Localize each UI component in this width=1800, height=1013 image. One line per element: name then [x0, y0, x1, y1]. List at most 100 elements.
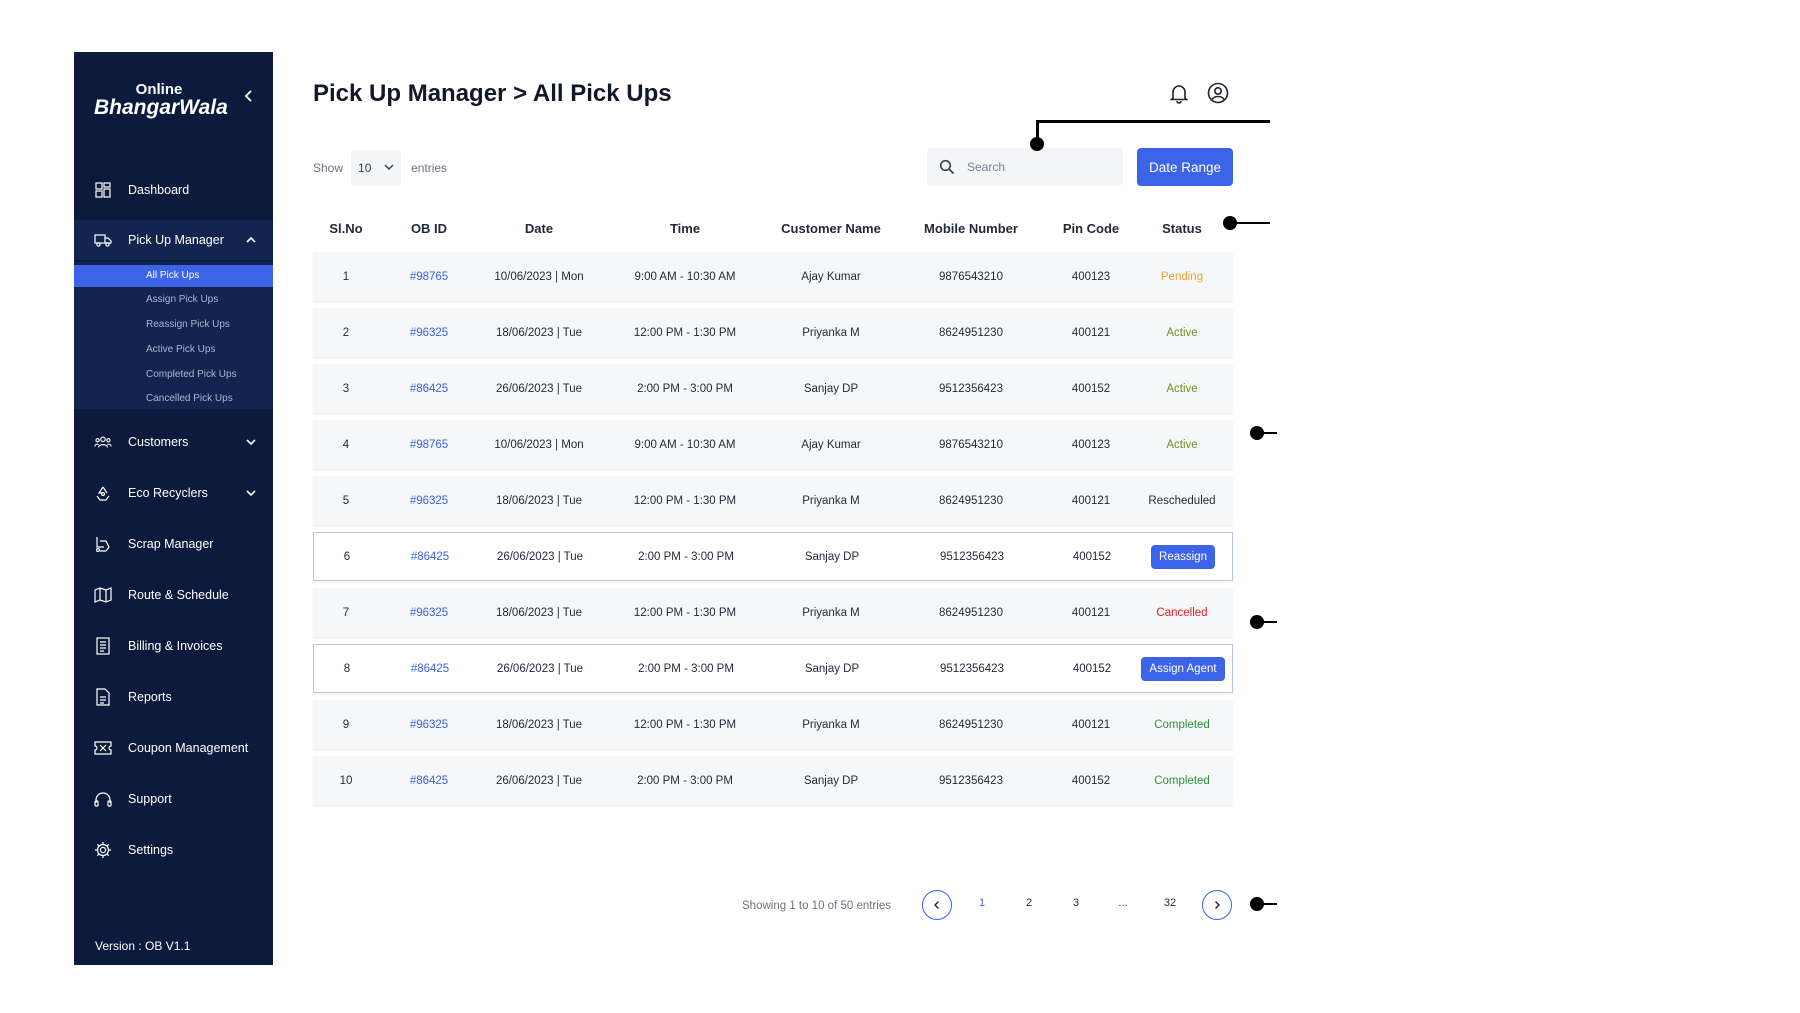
- cell-pin-code: 400152: [1071, 382, 1111, 395]
- table-row[interactable]: 7 #96325 18/06/2023 | Tue 12:00 PM - 1:3…: [313, 588, 1233, 637]
- sidebar-item-scrap-manager[interactable]: Scrap Manager: [74, 524, 273, 564]
- page-1-button[interactable]: 1: [970, 897, 994, 909]
- sidebar-item-dashboard[interactable]: Dashboard: [74, 170, 273, 210]
- chevron-down-icon: [384, 164, 394, 171]
- entries-per-page-select[interactable]: 10: [351, 150, 402, 186]
- column-header-sl-no: Sl.No: [329, 220, 363, 236]
- sidebar-item-support[interactable]: Support: [74, 779, 273, 819]
- headset-icon: [94, 790, 112, 808]
- previous-page-button[interactable]: [922, 890, 952, 920]
- cell-ob-id-link[interactable]: #98765: [379, 420, 479, 469]
- next-page-button[interactable]: [1202, 890, 1232, 920]
- table-row[interactable]: 9 #96325 18/06/2023 | Tue 12:00 PM - 1:3…: [313, 700, 1233, 749]
- cell-mobile-number: 9512356423: [940, 662, 1004, 675]
- sidebar-item-label: Settings: [128, 843, 174, 857]
- status-badge: Active: [1166, 382, 1198, 395]
- cell-ob-id-link[interactable]: #96325: [379, 700, 479, 749]
- sidebar-item-customers[interactable]: Customers: [74, 422, 273, 462]
- cell-ob-id-link[interactable]: #86425: [379, 364, 479, 413]
- app-logo[interactable]: Online BhangarWala: [94, 81, 228, 119]
- cell-date: 26/06/2023 | Tue: [495, 382, 583, 395]
- table-row[interactable]: 6 #86425 26/06/2023 | Tue 2:00 PM - 3:00…: [313, 532, 1233, 581]
- cell-customer-name: Sanjay DP: [804, 662, 860, 675]
- callout-line: [1036, 120, 1270, 123]
- table-row[interactable]: 1 #98765 10/06/2023 | Mon 9:00 AM - 10:3…: [313, 252, 1233, 301]
- cell-date: 10/06/2023 | Mon: [494, 270, 584, 283]
- scrap-icon: [94, 535, 112, 553]
- coupon-icon: [94, 739, 112, 757]
- status-badge: Rescheduled: [1148, 494, 1216, 507]
- sidebar-item-pick-up-manager[interactable]: Pick Up Manager: [74, 220, 273, 260]
- search-box: [927, 148, 1123, 186]
- sidebar-item-label: Dashboard: [128, 183, 190, 197]
- bell-icon[interactable]: [1168, 82, 1190, 104]
- subnav-cancelled-pick-ups[interactable]: Cancelled Pick Ups: [74, 388, 273, 410]
- cell-pin-code: 400121: [1071, 718, 1111, 731]
- cell-ob-id-link[interactable]: #96325: [379, 308, 479, 357]
- cell-pin-code: 400152: [1072, 662, 1112, 675]
- callout-line: [1230, 222, 1270, 224]
- logo-top-text: Online: [135, 81, 183, 98]
- logo-main-text: BhangarWala: [94, 96, 228, 119]
- column-header-pin-code: Pin Code: [1062, 220, 1120, 236]
- subnav-active-pick-ups[interactable]: Active Pick Ups: [74, 339, 273, 361]
- sidebar-item-label: Billing & Invoices: [128, 639, 223, 653]
- chevron-left-icon: [934, 901, 939, 909]
- cell-date: 18/06/2023 | Tue: [495, 718, 583, 731]
- sidebar-item-settings[interactable]: Settings: [74, 830, 273, 870]
- table-row[interactable]: 5 #96325 18/06/2023 | Tue 12:00 PM - 1:3…: [313, 476, 1233, 525]
- page-2-button[interactable]: 2: [1017, 897, 1041, 909]
- cell-time: 12:00 PM - 1:30 PM: [633, 718, 737, 731]
- subnav-completed-pick-ups[interactable]: Completed Pick Ups: [74, 364, 273, 386]
- column-header-status: Status: [1162, 220, 1202, 236]
- cell-ob-id-link[interactable]: #96325: [379, 476, 479, 525]
- cell-customer-name: Sanjay DP: [803, 382, 859, 395]
- table-row[interactable]: 4 #98765 10/06/2023 | Mon 9:00 AM - 10:3…: [313, 420, 1233, 469]
- cell-date: 10/06/2023 | Mon: [494, 438, 584, 451]
- chevron-up-icon: [245, 234, 257, 246]
- table-row[interactable]: 3 #86425 26/06/2023 | Tue 2:00 PM - 3:00…: [313, 364, 1233, 413]
- sidebar-item-reports[interactable]: Reports: [74, 677, 273, 717]
- cell-sl-no: 3: [342, 382, 350, 395]
- cell-sl-no: 2: [342, 326, 350, 339]
- callout-line: [1257, 432, 1277, 434]
- chevron-right-icon: [1215, 901, 1220, 909]
- subnav-reassign-pick-ups[interactable]: Reassign Pick Ups: [74, 314, 273, 336]
- truck-icon: [94, 231, 112, 249]
- status-badge: Completed: [1154, 718, 1210, 731]
- cell-date: 18/06/2023 | Tue: [495, 606, 583, 619]
- chevron-down-icon: [245, 487, 257, 499]
- collapse-sidebar-icon[interactable]: [241, 88, 257, 104]
- table-row[interactable]: 8 #86425 26/06/2023 | Tue 2:00 PM - 3:00…: [313, 644, 1233, 693]
- search-input[interactable]: [967, 160, 1107, 174]
- cell-ob-id-link[interactable]: #86425: [379, 756, 479, 805]
- user-profile-icon[interactable]: [1207, 82, 1229, 104]
- sidebar-item-billing-invoices[interactable]: Billing & Invoices: [74, 626, 273, 666]
- sidebar-item-coupon-management[interactable]: Coupon Management: [74, 728, 273, 768]
- subnav-all-pick-ups[interactable]: All Pick Ups: [74, 265, 273, 287]
- cell-ob-id-link[interactable]: #86425: [380, 533, 480, 580]
- cell-date: 18/06/2023 | Tue: [495, 494, 583, 507]
- column-header-customer-name: Customer Name: [781, 220, 881, 236]
- reassign-button[interactable]: Reassign: [1151, 544, 1215, 569]
- dashboard-icon: [94, 181, 112, 199]
- show-label: Show: [313, 161, 344, 175]
- map-icon: [94, 586, 112, 604]
- cell-ob-id-link[interactable]: #98765: [379, 252, 479, 301]
- recycle-icon: [94, 484, 112, 502]
- cell-mobile-number: 8624951230: [939, 606, 1003, 619]
- subnav-assign-pick-ups[interactable]: Assign Pick Ups: [74, 289, 273, 311]
- page-3-button[interactable]: 3: [1064, 897, 1088, 909]
- cell-ob-id-link[interactable]: #86425: [380, 645, 480, 692]
- cell-date: 26/06/2023 | Tue: [495, 774, 583, 787]
- date-range-button[interactable]: Date Range: [1137, 148, 1233, 186]
- assign-agent-button[interactable]: Assign Agent: [1141, 656, 1225, 681]
- sidebar-item-route-schedule[interactable]: Route & Schedule: [74, 575, 273, 615]
- table-row[interactable]: 2 #96325 18/06/2023 | Tue 12:00 PM - 1:3…: [313, 308, 1233, 357]
- table-row[interactable]: 10 #86425 26/06/2023 | Tue 2:00 PM - 3:0…: [313, 756, 1233, 805]
- page-32-button[interactable]: 32: [1158, 897, 1182, 909]
- cell-ob-id-link[interactable]: #96325: [379, 588, 479, 637]
- status-badge: Completed: [1154, 774, 1210, 787]
- column-header-time: Time: [669, 220, 701, 236]
- sidebar-item-eco-recyclers[interactable]: Eco Recyclers: [74, 473, 273, 513]
